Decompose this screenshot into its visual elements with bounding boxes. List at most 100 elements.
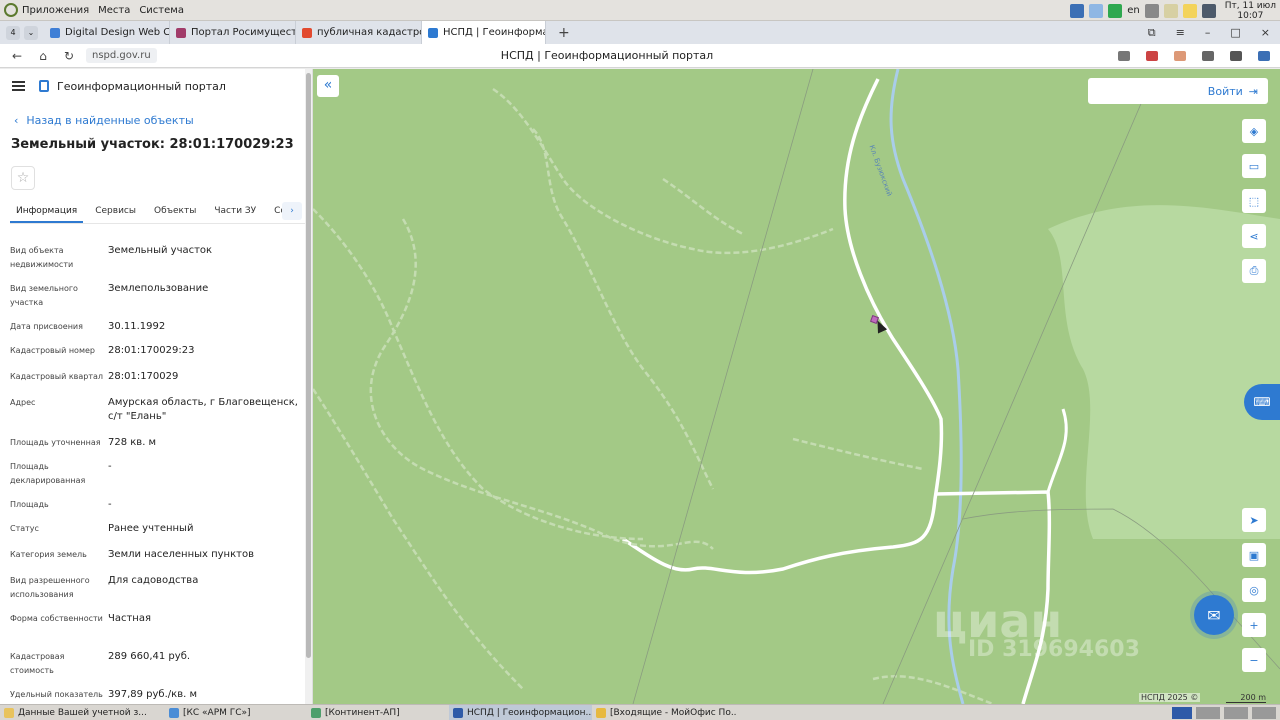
attribute-value: 397,89 руб./кв. м [108,689,197,700]
attribute-row: Площадь декларированная - [10,460,312,498]
extension-icon[interactable] [1230,50,1242,61]
share-icon[interactable]: ⋖ [1242,224,1266,248]
downloads-icon[interactable] [1258,50,1270,61]
taskbar-item[interactable]: [Входящие - МойОфис По... [592,705,737,720]
attribute-value: - [108,499,112,510]
attribute-value: 728 кв. м [108,437,157,448]
dirt-track [792,437,924,471]
maximize-button[interactable]: □ [1230,26,1240,39]
collapse-panel-button[interactable]: « [317,75,339,97]
workspace-button[interactable] [1196,706,1220,719]
mail-icon[interactable] [1089,3,1104,18]
layers-icon[interactable]: ◈ [1242,119,1266,143]
ruler-icon[interactable]: ▭ [1242,154,1266,178]
taskbar-app-icon [596,707,606,718]
hamburger-menu-icon[interactable] [12,81,25,91]
scrollbar-thumb[interactable] [306,73,311,658]
tab-information[interactable]: Информация [10,202,84,223]
object-subtabs: Информация Сервисы Объекты Части ЗУ Сост… [10,202,312,224]
clock-time: 10:07 [1237,10,1264,21]
display-icon[interactable] [1201,3,1216,18]
attribute-value: 30.11.1992 [108,321,166,332]
print-icon[interactable]: ⎙ [1242,259,1266,283]
os-menu-applications[interactable]: Приложения [22,5,89,16]
close-window-button[interactable]: × [1261,26,1270,39]
zoom-out-button[interactable]: − [1242,648,1266,672]
taskbar-label: [Входящие - МойОфис По... [610,707,737,718]
volume-icon[interactable] [1144,3,1159,18]
attribute-row: Вид объекта недвижимости Земельный участо… [10,244,312,282]
keyboard-layout[interactable]: en [1127,5,1140,16]
dirt-track [872,675,994,704]
tab-title: публичная кадастров [317,27,422,38]
workspace-button[interactable] [1224,706,1248,719]
map-copyright[interactable]: НСПД 2025 © [1139,693,1201,702]
os-menu-system[interactable]: Система [139,5,184,16]
taskbar-label: Данные Вашей учетной з... [18,707,147,718]
tab-parts[interactable]: Части ЗУ [208,202,262,223]
login-button[interactable]: Войти ⇥ [1088,78,1268,104]
new-tab-button[interactable]: + [558,25,570,41]
object-title: Земельный участок: 28:01:170029:23 [11,137,294,152]
map-canvas[interactable]: « Войти ⇥ ◈ ▭ ⬚ ⋖ ⎙ ⌨ ➤ ▣ ◎ + − ✉ Кл. Бу… [313,69,1280,704]
attribute-row: Кадастровая стоимость 289 660,41 руб. [10,650,312,688]
attribute-row: Статус Ранее учтенный [10,522,312,548]
kaspersky-icon[interactable] [1108,3,1123,18]
notes-icon[interactable] [1182,3,1197,18]
login-icon: ⇥ [1248,84,1258,98]
favorite-star-icon[interactable]: ☆ [11,166,35,190]
minimize-button[interactable]: – [1205,26,1211,39]
browser-tab[interactable]: Портал Росимущества [170,21,296,44]
taskbar-label: [КС «АРМ ГС»] [183,707,251,718]
forest-area [1048,205,1280,539]
extension-icon[interactable] [1174,50,1186,61]
attribute-row: Адрес Амурская область, г Благовещенск, с… [10,396,312,436]
tab-count-button[interactable]: 4 [6,25,20,40]
taskbar-item[interactable]: [Континент-АП] [307,705,449,720]
locate-point-icon[interactable]: ◎ [1242,578,1266,602]
taskbar-app-icon [453,707,463,718]
taskbar-item[interactable]: [КС «АРМ ГС»] [165,705,307,720]
back-to-results-link[interactable]: ‹ Назад в найденные объекты [14,114,312,127]
tab-services[interactable]: Сервисы [89,202,142,223]
side-widget-icon[interactable]: ⌨ [1244,384,1280,420]
extension-icon[interactable] [1146,50,1158,61]
select-area-icon[interactable]: ⬚ [1242,189,1266,213]
browser-menu-icon[interactable]: ≡ [1176,26,1185,39]
bookmark-icon[interactable] [1118,50,1130,61]
extensions-icon[interactable]: ⧉ [1148,26,1156,40]
panel-scrollbar[interactable] [305,69,312,704]
extension-icon[interactable] [1202,50,1214,61]
tab-favicon-icon [50,27,60,38]
network-icon[interactable] [1070,3,1085,18]
attribute-row: Дата присвоения 30.11.1992 [10,320,312,344]
browser-tab[interactable]: Digital Design Web Cli [44,21,170,44]
tab-objects[interactable]: Объекты [148,202,202,223]
os-logo-icon[interactable] [4,3,18,17]
browser-tab-active[interactable]: НСПД | Геоинформа × [422,21,546,44]
geolocation-icon[interactable]: ➤ [1242,508,1266,532]
dirt-track [313,388,524,690]
clipboard-icon[interactable] [1163,3,1178,18]
clock[interactable]: Пт, 11 июл 10:07 [1225,1,1276,21]
tab-list-chevron-icon[interactable]: ⌄ [24,25,38,40]
attribute-value: Частная [108,613,151,624]
os-top-panel: Приложения Места Система en Пт, 11 июл 1… [0,0,1280,21]
minimap-icon[interactable]: ▣ [1242,543,1266,567]
map-scale: 200 m [1226,693,1266,703]
tab-title: Портал Росимущества [191,27,295,38]
browser-tab[interactable]: публичная кадастров [296,21,422,44]
attribute-row: Категория земель Земли населенных пунктов [10,548,312,574]
taskbar-item-active[interactable]: НСПД | Геоинформацион... [449,704,592,720]
chat-icon[interactable]: ✉ [1194,595,1234,635]
taskbar-item[interactable]: Данные Вашей учетной з... [0,705,165,720]
workspace-button[interactable] [1172,706,1192,719]
watermark-id: ID 319694603 [968,637,1140,662]
attribute-value: Земельный участок [108,245,213,256]
attribute-key: Вид земельного участка [10,284,78,307]
os-menu-places[interactable]: Места [98,5,130,16]
tabs-scroll-right-icon[interactable]: › [282,202,302,220]
workspace-button[interactable] [1252,706,1276,719]
attribute-row: Удельный показатель 397,89 руб./кв. м [10,688,312,704]
zoom-in-button[interactable]: + [1242,613,1266,637]
